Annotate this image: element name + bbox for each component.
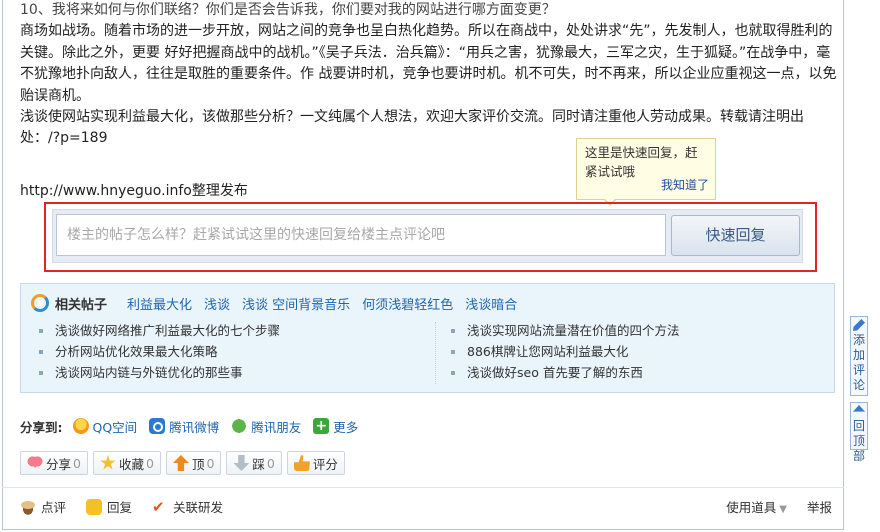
related-tag[interactable]: 浅谈 空间背景音乐 (242, 294, 350, 313)
report-link[interactable]: 举报 (807, 497, 832, 516)
side-char: 加 (852, 348, 865, 362)
related-posts-box: 相关帖子 利益最大化 浅谈 浅谈 空间背景音乐 何须浅碧轻红色 浅谈暗合 浅谈做… (20, 283, 835, 393)
post-footer-left: 点评 回复 ✔ 关联研发 (20, 497, 243, 516)
arrow-up-icon (853, 405, 865, 412)
side-char: 回 (852, 419, 865, 433)
related-list-right: 浅谈实现网站流量潜在价值的四个方法 886棋牌让您网站利益最大化 浅谈做好seo… (445, 320, 680, 383)
share-pengyou-link[interactable]: 腾讯朋友 (231, 417, 301, 436)
related-posts-title: 相关帖子 (55, 297, 108, 313)
back-to-top-side-button[interactable]: 回 顶 部 (850, 402, 868, 463)
related-posts-header: 相关帖子 利益最大化 浅谈 浅谈 空间背景音乐 何须浅碧轻红色 浅谈暗合 (31, 293, 529, 313)
post-content: 10、我将来如何与你们联络？你们是否会告诉我，你们要对我的网站进行哪方面变更？ … (20, 0, 840, 150)
share-bar: 分享到: QQ空间 腾讯微博 腾讯朋友 + 更多 (20, 416, 370, 436)
share-item-label: 腾讯朋友 (251, 419, 302, 435)
action-count: 0 (266, 455, 275, 471)
arrow-up-icon (172, 455, 189, 471)
related-tag[interactable]: 浅谈 (204, 294, 230, 313)
side-char: 部 (852, 449, 865, 463)
reply-link[interactable]: 回复 (86, 497, 132, 516)
side-char: 评 (852, 363, 865, 377)
share-label: 分享到: (20, 419, 63, 435)
related-link[interactable]: 浅谈实现网站流量潜在价值的四个方法 (445, 320, 680, 341)
weibo-icon (149, 418, 166, 434)
upvote-button[interactable]: 顶 0 (165, 451, 222, 475)
footer-divider (2, 487, 844, 488)
action-count: 0 (73, 455, 81, 471)
side-char: 添 (852, 333, 865, 347)
rate-button[interactable]: 评分 (286, 451, 345, 475)
share-item-label: 腾讯微博 (169, 419, 220, 435)
quick-reply-tooltip: 这里是快速回复，赶紧试试哦 我知道了 (576, 138, 716, 206)
arrow-down-icon (233, 455, 250, 471)
pen-icon (853, 319, 865, 331)
tooltip-dismiss-link[interactable]: 我知道了 (661, 176, 709, 195)
footer-label: 点评 (41, 500, 67, 515)
related-tag[interactable]: 何须浅碧轻红色 (362, 294, 453, 313)
post-actions: 分享 0 收藏 0 顶 0 踩 0 评分 (20, 451, 350, 475)
footer-label: 回复 (107, 500, 133, 515)
comment-link[interactable]: 点评 (20, 497, 66, 516)
action-label: 顶 (191, 456, 205, 472)
related-list-left: 浅谈做好网络推广利益最大化的七个步骤 分析网站优化效果最大化策略 浅谈网站内链与… (33, 320, 280, 383)
post-paragraph: 商场如战场。随着市场的进一步开放，网站之间的竞争也呈白热化趋势。所以在商战中，处… (20, 23, 837, 104)
reply-icon (86, 498, 103, 515)
downvote-button[interactable]: 踩 0 (226, 451, 282, 475)
quick-reply-input[interactable] (56, 214, 666, 256)
quick-reply-button[interactable]: 快速回复 (671, 215, 800, 256)
related-divider (435, 322, 436, 384)
post-paragraph: 10、我将来如何与你们联络？你们是否会告诉我，你们要对我的网站进行哪方面变更？ (20, 2, 556, 18)
post-footer-right: 使用道具 ▼ 举报 (686, 497, 832, 516)
related-tag[interactable]: 浅谈暗合 (465, 294, 517, 313)
related-tag[interactable]: 利益最大化 (127, 294, 192, 313)
plus-icon: + (313, 418, 330, 434)
action-count: 0 (145, 455, 154, 471)
related-posts-icon (31, 294, 49, 312)
tools-label: 使用道具 (726, 500, 777, 515)
check-icon: ✔ (152, 497, 165, 516)
footer-label: 关联研发 (173, 500, 224, 515)
add-comment-side-button[interactable]: 添 加 评 论 (850, 316, 868, 396)
caret-down-icon: ▼ (779, 504, 787, 515)
related-dev-link[interactable]: ✔ 关联研发 (152, 497, 223, 516)
share-button[interactable]: 分享 0 (20, 451, 88, 475)
action-count: 0 (206, 455, 215, 471)
star-icon (100, 455, 116, 470)
action-label: 踩 (252, 456, 265, 472)
share-weibo-link[interactable]: 腾讯微博 (149, 417, 219, 436)
share-item-label: 更多 (333, 419, 359, 435)
related-link[interactable]: 浅谈做好网络推广利益最大化的七个步骤 (33, 320, 280, 341)
share-more-link[interactable]: + 更多 (313, 417, 358, 436)
comment-icon (20, 498, 36, 515)
thumbs-up-icon (293, 455, 310, 471)
post-source: http://www.hnyeguo.info整理发布 (20, 183, 248, 199)
qzone-icon (72, 418, 89, 434)
related-link[interactable]: 886棋牌让您网站利益最大化 (445, 341, 680, 362)
share-item-label: QQ空间 (92, 419, 138, 435)
related-link[interactable]: 浅谈网站内链与外链优化的那些事 (33, 362, 280, 383)
tools-dropdown[interactable]: 使用道具 ▼ (706, 497, 787, 516)
favorite-button[interactable]: 收藏 0 (92, 451, 161, 475)
share-qzone-link[interactable]: QQ空间 (72, 417, 138, 436)
action-label: 收藏 (118, 456, 144, 472)
action-label: 评分 (312, 456, 338, 472)
side-char: 顶 (852, 434, 865, 448)
action-label: 分享 (46, 456, 72, 472)
clover-icon (231, 418, 248, 434)
related-link[interactable]: 分析网站优化效果最大化策略 (33, 341, 280, 362)
side-char: 论 (852, 378, 865, 392)
related-link[interactable]: 浅谈做好seo 首先要了解的东西 (445, 362, 680, 383)
post-paragraph: 浅谈使网站实现利益最大化，该做那些分析？一文纯属个人想法，欢迎大家评价交流。同时… (20, 109, 804, 147)
heart-icon (27, 455, 43, 471)
